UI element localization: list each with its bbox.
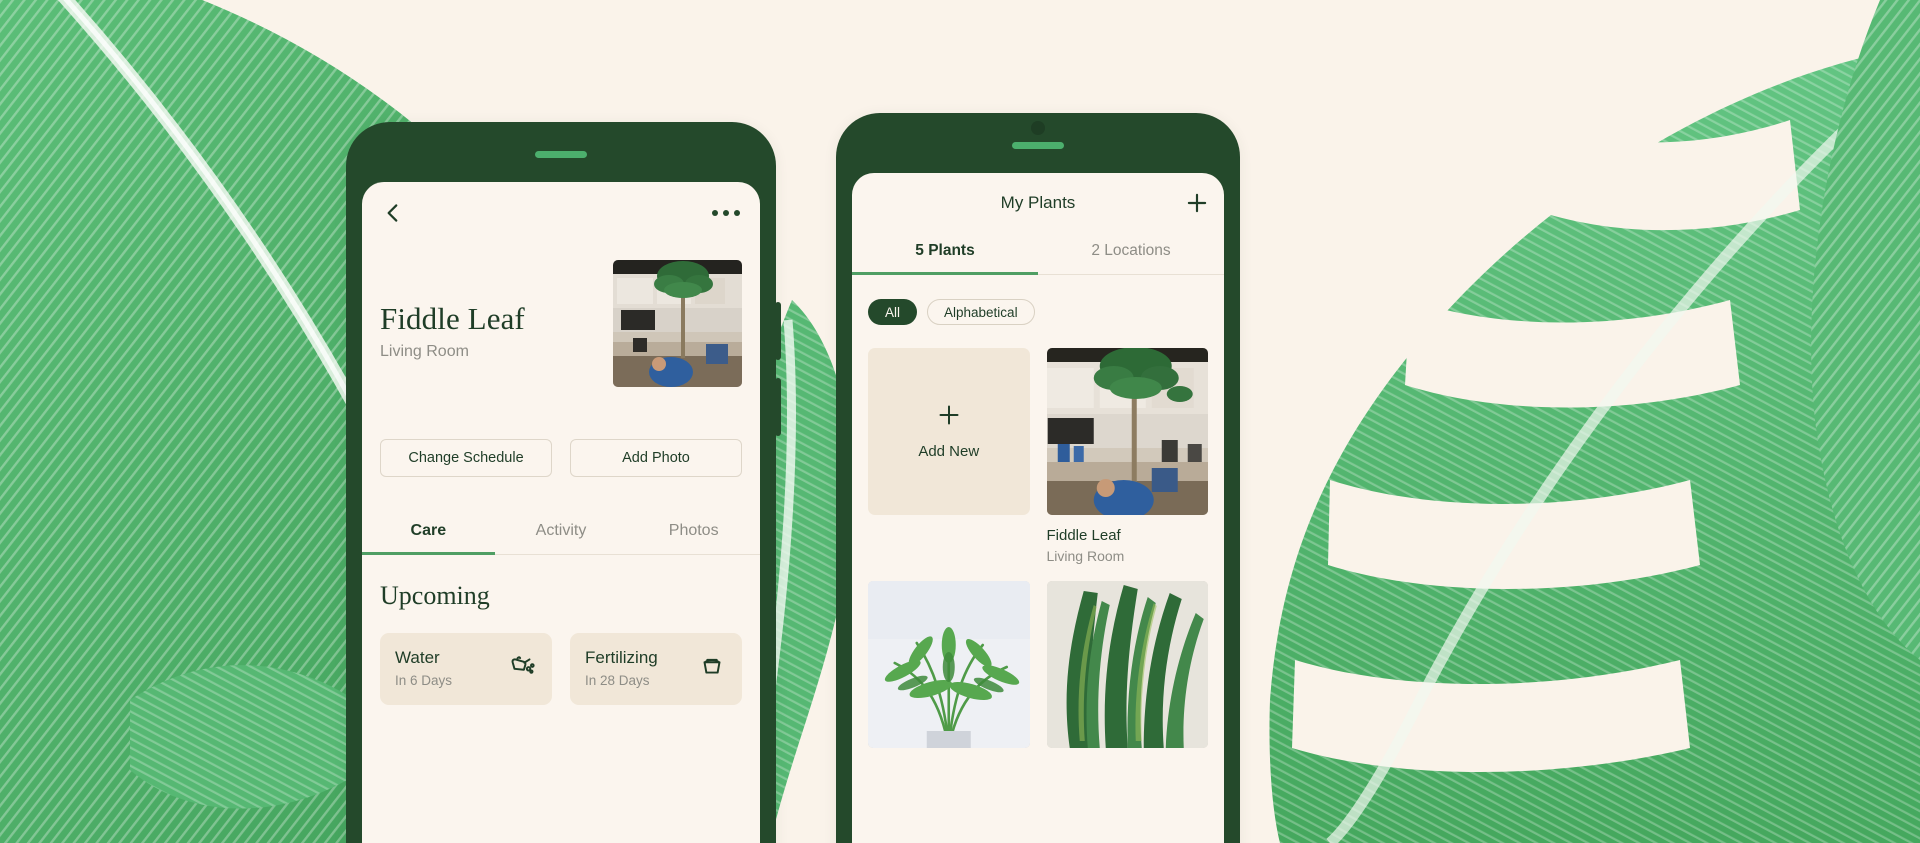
care-card-water[interactable]: Water In 6 Days [380, 633, 552, 705]
tab-care[interactable]: Care [362, 511, 495, 555]
tab-photos[interactable]: Photos [627, 511, 760, 554]
care-task-label: Fertilizing [585, 648, 658, 667]
list-tabs: 5 Plants 2 Locations [852, 233, 1224, 275]
phone-speaker-grille [535, 151, 587, 158]
back-icon[interactable] [380, 200, 406, 226]
plant-card-fiddle-leaf[interactable]: Fiddle Leaf Living Room [1046, 348, 1208, 564]
phone-speaker-grille [1012, 142, 1064, 149]
filter-chip-all[interactable]: All [868, 299, 918, 325]
screenshot-canvas: Fiddle Leaf Living Room Change Schedule … [0, 0, 1920, 843]
plus-icon [937, 403, 961, 432]
phone-device-right: My Plants 5 Plants 2 Locations All Alpha… [836, 113, 1240, 843]
phone-device-left: Fiddle Leaf Living Room Change Schedule … [346, 122, 781, 843]
leaf-far-right-slim [1811, 0, 1920, 660]
monstera-leaf-right [1269, 45, 1920, 843]
plant-card-parlor-palm[interactable] [868, 581, 1030, 760]
care-card-fertilizing[interactable]: Fertilizing In 28 Days [570, 633, 742, 705]
watering-can-icon [507, 651, 537, 686]
plant-grid: Add New Fiddle Leaf Living Room [852, 325, 1224, 760]
plant-location-label: Living Room [1046, 548, 1125, 564]
phone-front-camera [1031, 121, 1045, 135]
plant-thumbnail [868, 581, 1030, 748]
plant-thumbnail [1046, 581, 1208, 748]
add-new-label: Add New [918, 443, 980, 460]
add-new-plant-card[interactable]: Add New [868, 348, 1030, 515]
filter-chip-alphabetical[interactable]: Alphabetical [927, 299, 1035, 325]
my-plants-screen: My Plants 5 Plants 2 Locations All Alpha… [852, 173, 1224, 843]
tab-locations[interactable]: 2 Locations [1038, 233, 1224, 274]
care-task-due: In 6 Days [395, 673, 453, 688]
plant-detail-screen: Fiddle Leaf Living Room Change Schedule … [362, 182, 760, 843]
list-topbar: My Plants [852, 173, 1224, 233]
filter-chip-row: All Alphabetical [852, 275, 1224, 325]
tab-activity[interactable]: Activity [495, 511, 628, 554]
plant-thumbnail [1046, 348, 1208, 515]
fertilizer-bag-icon [697, 651, 727, 686]
plant-hero: Fiddle Leaf Living Room [362, 244, 760, 387]
page-title: Fiddle Leaf [380, 301, 525, 336]
upcoming-care-list: Water In 6 Days Fertilizing In 28 Days [362, 611, 760, 705]
phone-side-button-up[interactable] [775, 302, 781, 360]
change-schedule-button[interactable]: Change Schedule [380, 439, 552, 477]
detail-action-buttons: Change Schedule Add Photo [362, 387, 760, 477]
plant-card-snake-plant[interactable] [1046, 581, 1208, 760]
plus-icon[interactable] [1184, 190, 1210, 216]
upcoming-heading: Upcoming [380, 581, 490, 610]
detail-topbar [362, 182, 760, 244]
plant-name-label: Fiddle Leaf [1046, 527, 1121, 544]
care-task-label: Water [395, 648, 440, 667]
detail-tabs: Care Activity Photos [362, 511, 760, 555]
page-title: My Plants [1000, 193, 1076, 212]
phone-side-button-down[interactable] [775, 378, 781, 436]
more-horizontal-icon[interactable] [710, 202, 742, 224]
plant-location-label: Living Room [380, 343, 469, 361]
plant-hero-photo[interactable] [613, 260, 742, 387]
add-photo-button[interactable]: Add Photo [570, 439, 742, 477]
tab-plants[interactable]: 5 Plants [852, 233, 1038, 275]
care-task-due: In 28 Days [585, 673, 650, 688]
